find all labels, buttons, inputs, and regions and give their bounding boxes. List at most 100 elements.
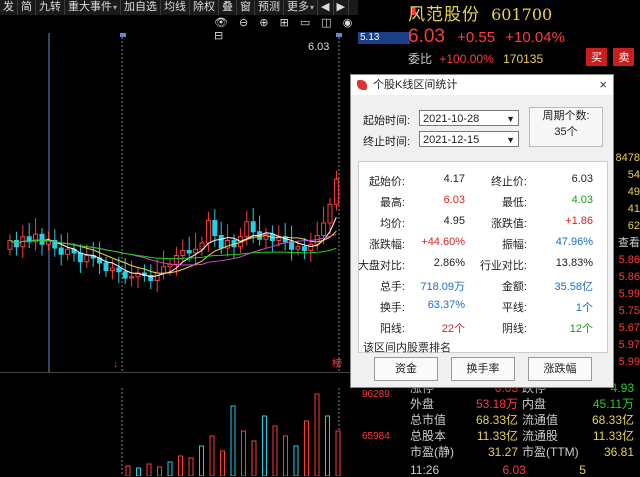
stat-value: 6.03: [571, 173, 593, 185]
toolbar-scroll-right-icon[interactable]: ▶: [334, 0, 349, 15]
dialog-titlebar[interactable]: 个股K线区间统计 ×: [351, 75, 613, 95]
stat-value: 718.09万: [420, 281, 465, 293]
stat-label: 涨跌值:: [490, 218, 527, 230]
price-row: 6.03 +0.55 +10.04%: [408, 26, 565, 48]
toolbar-item-ma[interactable]: 均线: [161, 0, 191, 15]
stat-label: 涨跌幅:: [368, 239, 405, 251]
toolbar-item-window[interactable]: 窗: [237, 0, 256, 15]
volume-bars-group: [125, 393, 341, 476]
chevron-down-icon: ▼: [506, 135, 515, 145]
toolbar-item-major-events[interactable]: 重大事件: [65, 0, 122, 15]
candle-body: [321, 222, 327, 236]
candle-body: [333, 178, 339, 205]
toolbar-item-add-watchlist[interactable]: 加自选: [121, 0, 162, 15]
stat-value: 4.17: [443, 173, 465, 185]
toolbar-item-jian[interactable]: 简: [18, 0, 36, 15]
side-num: 5.75: [618, 305, 640, 317]
volume-bar: [188, 457, 194, 476]
view-link[interactable]: 查看: [614, 235, 640, 252]
side-num: 5.99: [618, 356, 640, 368]
side-num: 8478: [615, 152, 640, 164]
candle-body: [65, 248, 71, 255]
volume-bar: [304, 420, 309, 476]
volume-bar: [178, 455, 183, 476]
rank-change-button[interactable]: 涨跌幅: [528, 357, 592, 381]
rank-turnover-button[interactable]: 换手率: [451, 357, 515, 381]
candle-body: [295, 246, 301, 250]
candle-body: [250, 221, 256, 233]
toolbar-item-jiuzhuan[interactable]: 九转: [36, 0, 65, 15]
candle-body: [173, 255, 179, 265]
candle-body: [289, 241, 295, 250]
dialog-title: 个股K线区间统计: [373, 79, 458, 91]
tick-volume: 5: [579, 463, 586, 477]
volume-bar: [230, 405, 236, 476]
volume-bar: [251, 440, 257, 476]
stock-code: 601700: [491, 5, 553, 24]
toolbar-scroll-left-icon[interactable]: ◀: [318, 0, 334, 15]
side-num: 5.99: [618, 288, 640, 300]
stat-value: 12个: [569, 323, 593, 335]
app-logo-icon: [357, 80, 367, 90]
toolbar-item-exright[interactable]: 除权: [190, 0, 220, 15]
stat-label: 起始价:: [368, 176, 405, 188]
volume-chart[interactable]: [0, 388, 358, 476]
quote-header: 风范股份 601700: [408, 0, 640, 26]
candle-body: [154, 272, 160, 281]
sell-button[interactable]: 卖: [613, 48, 635, 66]
close-icon[interactable]: ×: [599, 75, 607, 95]
stat-value: 6.03: [443, 194, 465, 206]
period-count-box: 周期个数: 35个: [529, 107, 603, 147]
stat-label: 平线:: [501, 302, 527, 314]
chart-subbar: 👁 ⊖ ⊕ ⊞ ▭ ◫ ◉ ⊟: [0, 15, 358, 42]
toolbar-item-forecast[interactable]: 预测: [255, 0, 285, 15]
range-start-marker: ↓: [113, 359, 118, 370]
stat-label: 换手:: [379, 302, 405, 314]
buy-button[interactable]: 买: [586, 48, 607, 66]
stat-label: 振幅:: [501, 239, 527, 251]
stats-row: 总市值 68.33亿 流通值 68.33亿: [410, 413, 634, 427]
kline-range-stats-dialog: 个股K线区间统计 × 起始时间: 2021-10-28 ▼ 终止时间: 2021-…: [350, 74, 614, 388]
weibi-volume: 170135: [503, 52, 544, 66]
high-price-label: 6.03: [308, 41, 330, 53]
chart-toolbar: 发 简 九转 重大事件 加自选 均线 除权 叠 窗 预测 更多 ◀ ▶: [0, 0, 358, 16]
price-change-pct: +10.04%: [505, 29, 565, 46]
volume-bar: [241, 430, 246, 476]
toolbar-item-more[interactable]: 更多: [284, 0, 319, 15]
volume-bar: [136, 467, 141, 476]
rank-fund-button[interactable]: 资金: [374, 357, 438, 381]
candle-body: [161, 266, 167, 274]
start-time-select[interactable]: 2021-10-28 ▼: [419, 110, 519, 126]
end-time-label: 终止时间:: [363, 136, 411, 148]
candle-body: [109, 267, 115, 271]
period-count-value: 35个: [554, 126, 578, 138]
candle-body: [186, 250, 192, 254]
period-count-label: 周期个数:: [542, 110, 590, 122]
start-time-label: 起始时间:: [363, 115, 411, 127]
stat-label: 均价:: [379, 218, 405, 230]
stats-row: 市盈(静) 31.27 市盈(TTM) 36.81: [410, 445, 634, 459]
toolbar-item-overlay[interactable]: 叠: [219, 0, 238, 15]
stat-value: 2.86%: [433, 257, 465, 269]
candle-body: [122, 271, 128, 279]
quote-stats-table: 涨停 6.03 跌停 4.93 外盘 53.18万 内盘 45.11万 总市值 68.33亿流…: [410, 380, 640, 460]
candle-body: [212, 220, 218, 236]
volume-bar: [220, 450, 225, 476]
candle-body: [39, 233, 45, 245]
range-end-marker: 榜: [332, 357, 342, 370]
tick-time: 11:26: [410, 463, 440, 477]
rank-section-label: 该区间内股票排名: [363, 342, 451, 354]
range-end-handle: [336, 33, 342, 37]
side-num: 5.86: [618, 254, 640, 266]
end-time-select[interactable]: 2021-12-15 ▼: [419, 131, 519, 147]
flag-icon: ▮: [411, 6, 417, 17]
candle-body: [244, 221, 250, 238]
stat-label: 最低:: [501, 197, 527, 209]
candles-group: [7, 170, 339, 292]
volume-bar: [262, 415, 267, 476]
candle-body: [193, 248, 199, 254]
volume-bar: [125, 465, 131, 476]
kline-chart[interactable]: ↓ 榜: [0, 33, 358, 373]
stat-label: 最高:: [379, 197, 405, 209]
toolbar-item-fa[interactable]: 发: [0, 0, 18, 15]
